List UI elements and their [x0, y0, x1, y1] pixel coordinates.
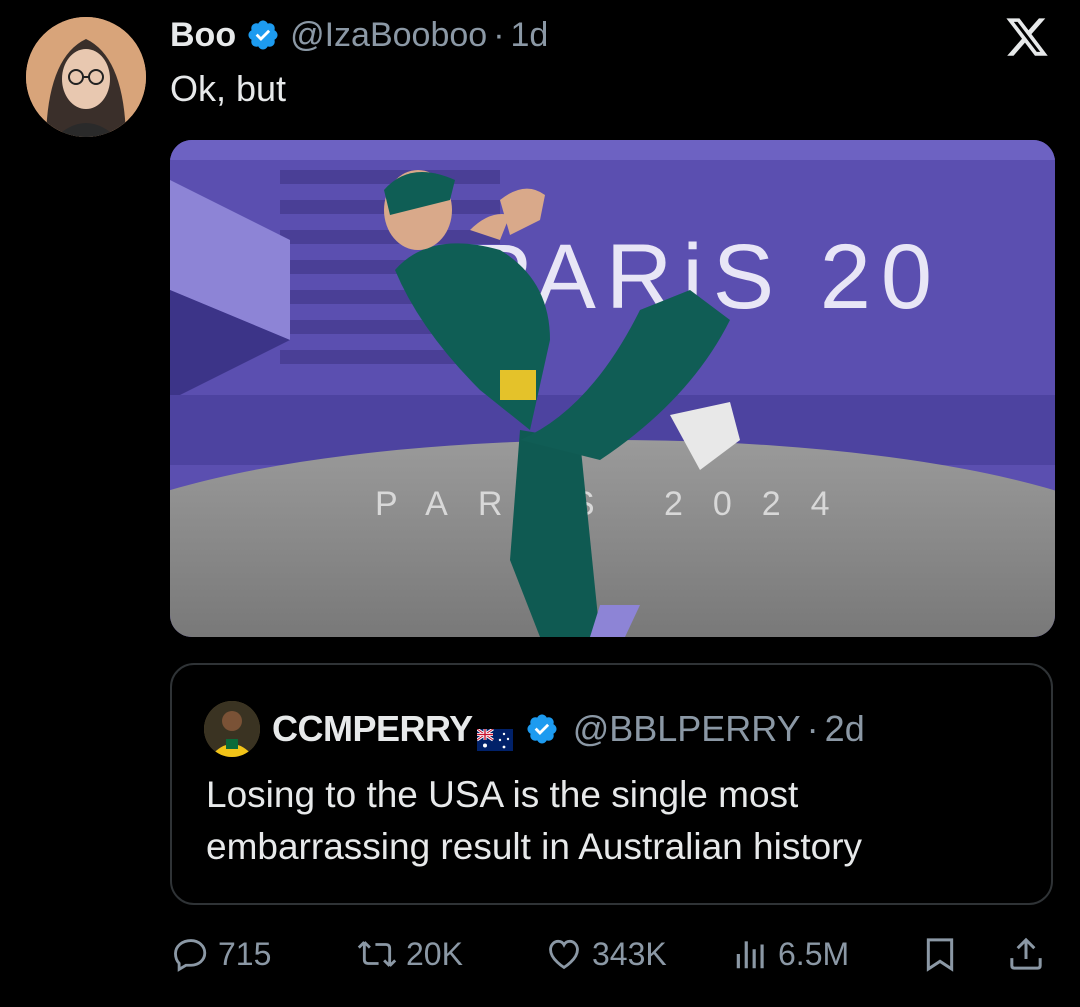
quoted-author-name[interactable]: CCMPERRY [272, 708, 473, 750]
separator-dot: · [806, 708, 819, 749]
bookmark-button[interactable] [920, 928, 960, 980]
repost-icon [357, 941, 397, 967]
like-icon [549, 939, 579, 970]
quoted-tweet[interactable]: CCMPERRY @BBLPERRY · 2d Losing to the US… [170, 663, 1053, 905]
tweet-header: Boo @IzaBooboo · 1d [170, 12, 548, 58]
author-avatar[interactable] [26, 17, 146, 137]
share-button[interactable] [1006, 928, 1046, 980]
repost-count: 20K [406, 935, 463, 972]
floor-text: PARIS 2024 [375, 485, 860, 523]
action-bar: 715 20K 343K 6.5M [170, 928, 1055, 980]
verified-badge-icon [525, 712, 559, 746]
views-icon [736, 941, 764, 969]
like-button[interactable]: 343K [544, 928, 667, 980]
bookmark-icon [926, 938, 954, 972]
reply-button[interactable]: 715 [172, 928, 271, 980]
avatar-image [26, 17, 146, 137]
tweet-text: Ok, but [170, 68, 287, 109]
quoted-author-avatar[interactable] [204, 701, 260, 757]
author-handle[interactable]: @IzaBooboo [290, 16, 487, 55]
quoted-header: CCMPERRY @BBLPERRY · 2d [272, 703, 865, 755]
tweet-media-image[interactable]: PARiS 20 PARIS 2024 [170, 140, 1055, 637]
quoted-author-handle[interactable]: @BBLPERRY [573, 708, 801, 750]
tweet-timestamp[interactable]: 1d [511, 16, 549, 55]
author-name[interactable]: Boo [170, 16, 236, 55]
quoted-tweet-text: Losing to the USA is the single most emb… [206, 774, 863, 867]
media-photo: PARiS 20 PARIS 2024 [170, 140, 1055, 637]
reply-icon [174, 939, 207, 972]
x-logo-icon [1004, 14, 1050, 60]
repost-button[interactable]: 20K [356, 928, 463, 980]
quoted-timestamp[interactable]: 2d [825, 708, 865, 750]
reply-count: 715 [218, 935, 272, 972]
australia-flag-icon [475, 718, 513, 751]
view-count: 6.5M [778, 935, 850, 972]
views-button[interactable]: 6.5M [732, 928, 849, 980]
separator-dot: · [493, 15, 505, 54]
verified-badge-icon [246, 18, 280, 52]
share-icon [1010, 937, 1042, 970]
quoted-avatar-image [204, 701, 260, 757]
like-count: 343K [592, 935, 667, 972]
